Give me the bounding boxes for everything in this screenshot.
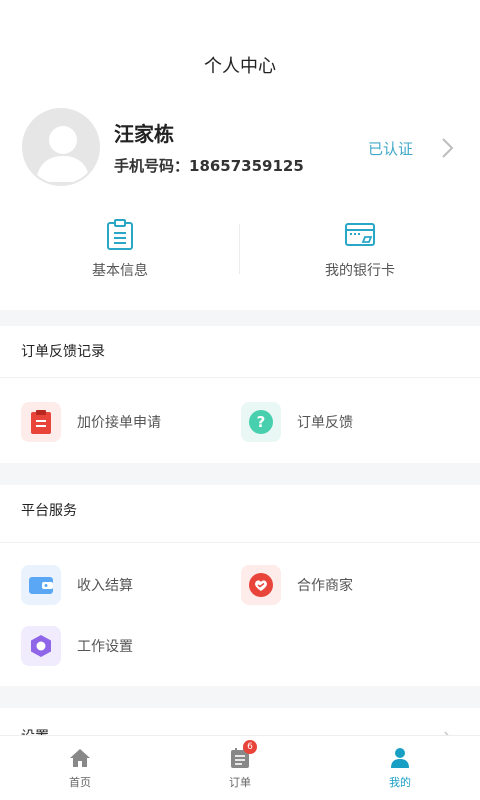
hexagon-gear-icon [21, 626, 61, 666]
section-title: 平台服务 [0, 485, 480, 543]
tab-orders[interactable]: 6 订单 [160, 740, 320, 790]
bank-card-label: 我的银行卡 [325, 263, 395, 279]
clipboard-red-icon [21, 402, 61, 442]
svg-text:?: ? [257, 413, 266, 431]
tab-bar: 首页 6 订单 我的 [0, 735, 480, 800]
user-phone: 手机号码：18657359125 [114, 157, 304, 175]
basic-info-button[interactable]: 基本信息 [0, 218, 240, 280]
markup-order-request-button[interactable]: 加价接单申请 [21, 402, 161, 442]
tab-label: 首页 [69, 776, 91, 789]
tab-label: 订单 [229, 776, 251, 789]
grid-item-label: 订单反馈 [297, 415, 353, 431]
profile-panel: 个人中心 汪家栋 手机号码：18657359125 已认证 基本信息 我的银行卡 [0, 0, 480, 310]
order-count-badge: 6 [243, 740, 257, 754]
grid-item-label: 工作设置 [77, 639, 133, 655]
person-icon [391, 748, 409, 768]
wallet-icon [21, 565, 61, 605]
bank-card-button[interactable]: 我的银行卡 [240, 218, 480, 280]
page-title: 个人中心 [204, 56, 276, 77]
partner-merchants-button[interactable]: 合作商家 [241, 565, 353, 605]
grid-item-label: 加价接单申请 [77, 415, 161, 431]
chevron-right-icon[interactable] [438, 136, 458, 160]
grid-item-label: 合作商家 [297, 578, 353, 594]
home-icon [70, 749, 90, 767]
tab-home[interactable]: 首页 [0, 746, 160, 790]
avatar[interactable] [22, 108, 100, 186]
grid-item-label: 收入结算 [77, 578, 133, 594]
work-settings-button[interactable]: 工作设置 [21, 626, 133, 666]
clipboard-icon [107, 219, 133, 250]
verified-status[interactable]: 已认证 [368, 138, 413, 159]
income-settlement-button[interactable]: 收入结算 [21, 565, 133, 605]
platform-services-section: 平台服务 收入结算 合作商家 工作设置 [0, 485, 480, 686]
tab-mine[interactable]: 我的 [320, 746, 480, 790]
handshake-heart-icon [241, 565, 281, 605]
user-name: 汪家栋 [114, 122, 174, 146]
question-icon: ? [241, 402, 281, 442]
tab-label: 我的 [389, 776, 411, 789]
bank-card-icon [345, 223, 375, 246]
section-title: 订单反馈记录 [0, 326, 480, 378]
basic-info-label: 基本信息 [92, 263, 148, 279]
avatar-placeholder-icon [24, 110, 98, 184]
order-feedback-button[interactable]: ? 订单反馈 [241, 402, 353, 442]
order-feedback-section: 订单反馈记录 加价接单申请 ? 订单反馈 [0, 326, 480, 463]
